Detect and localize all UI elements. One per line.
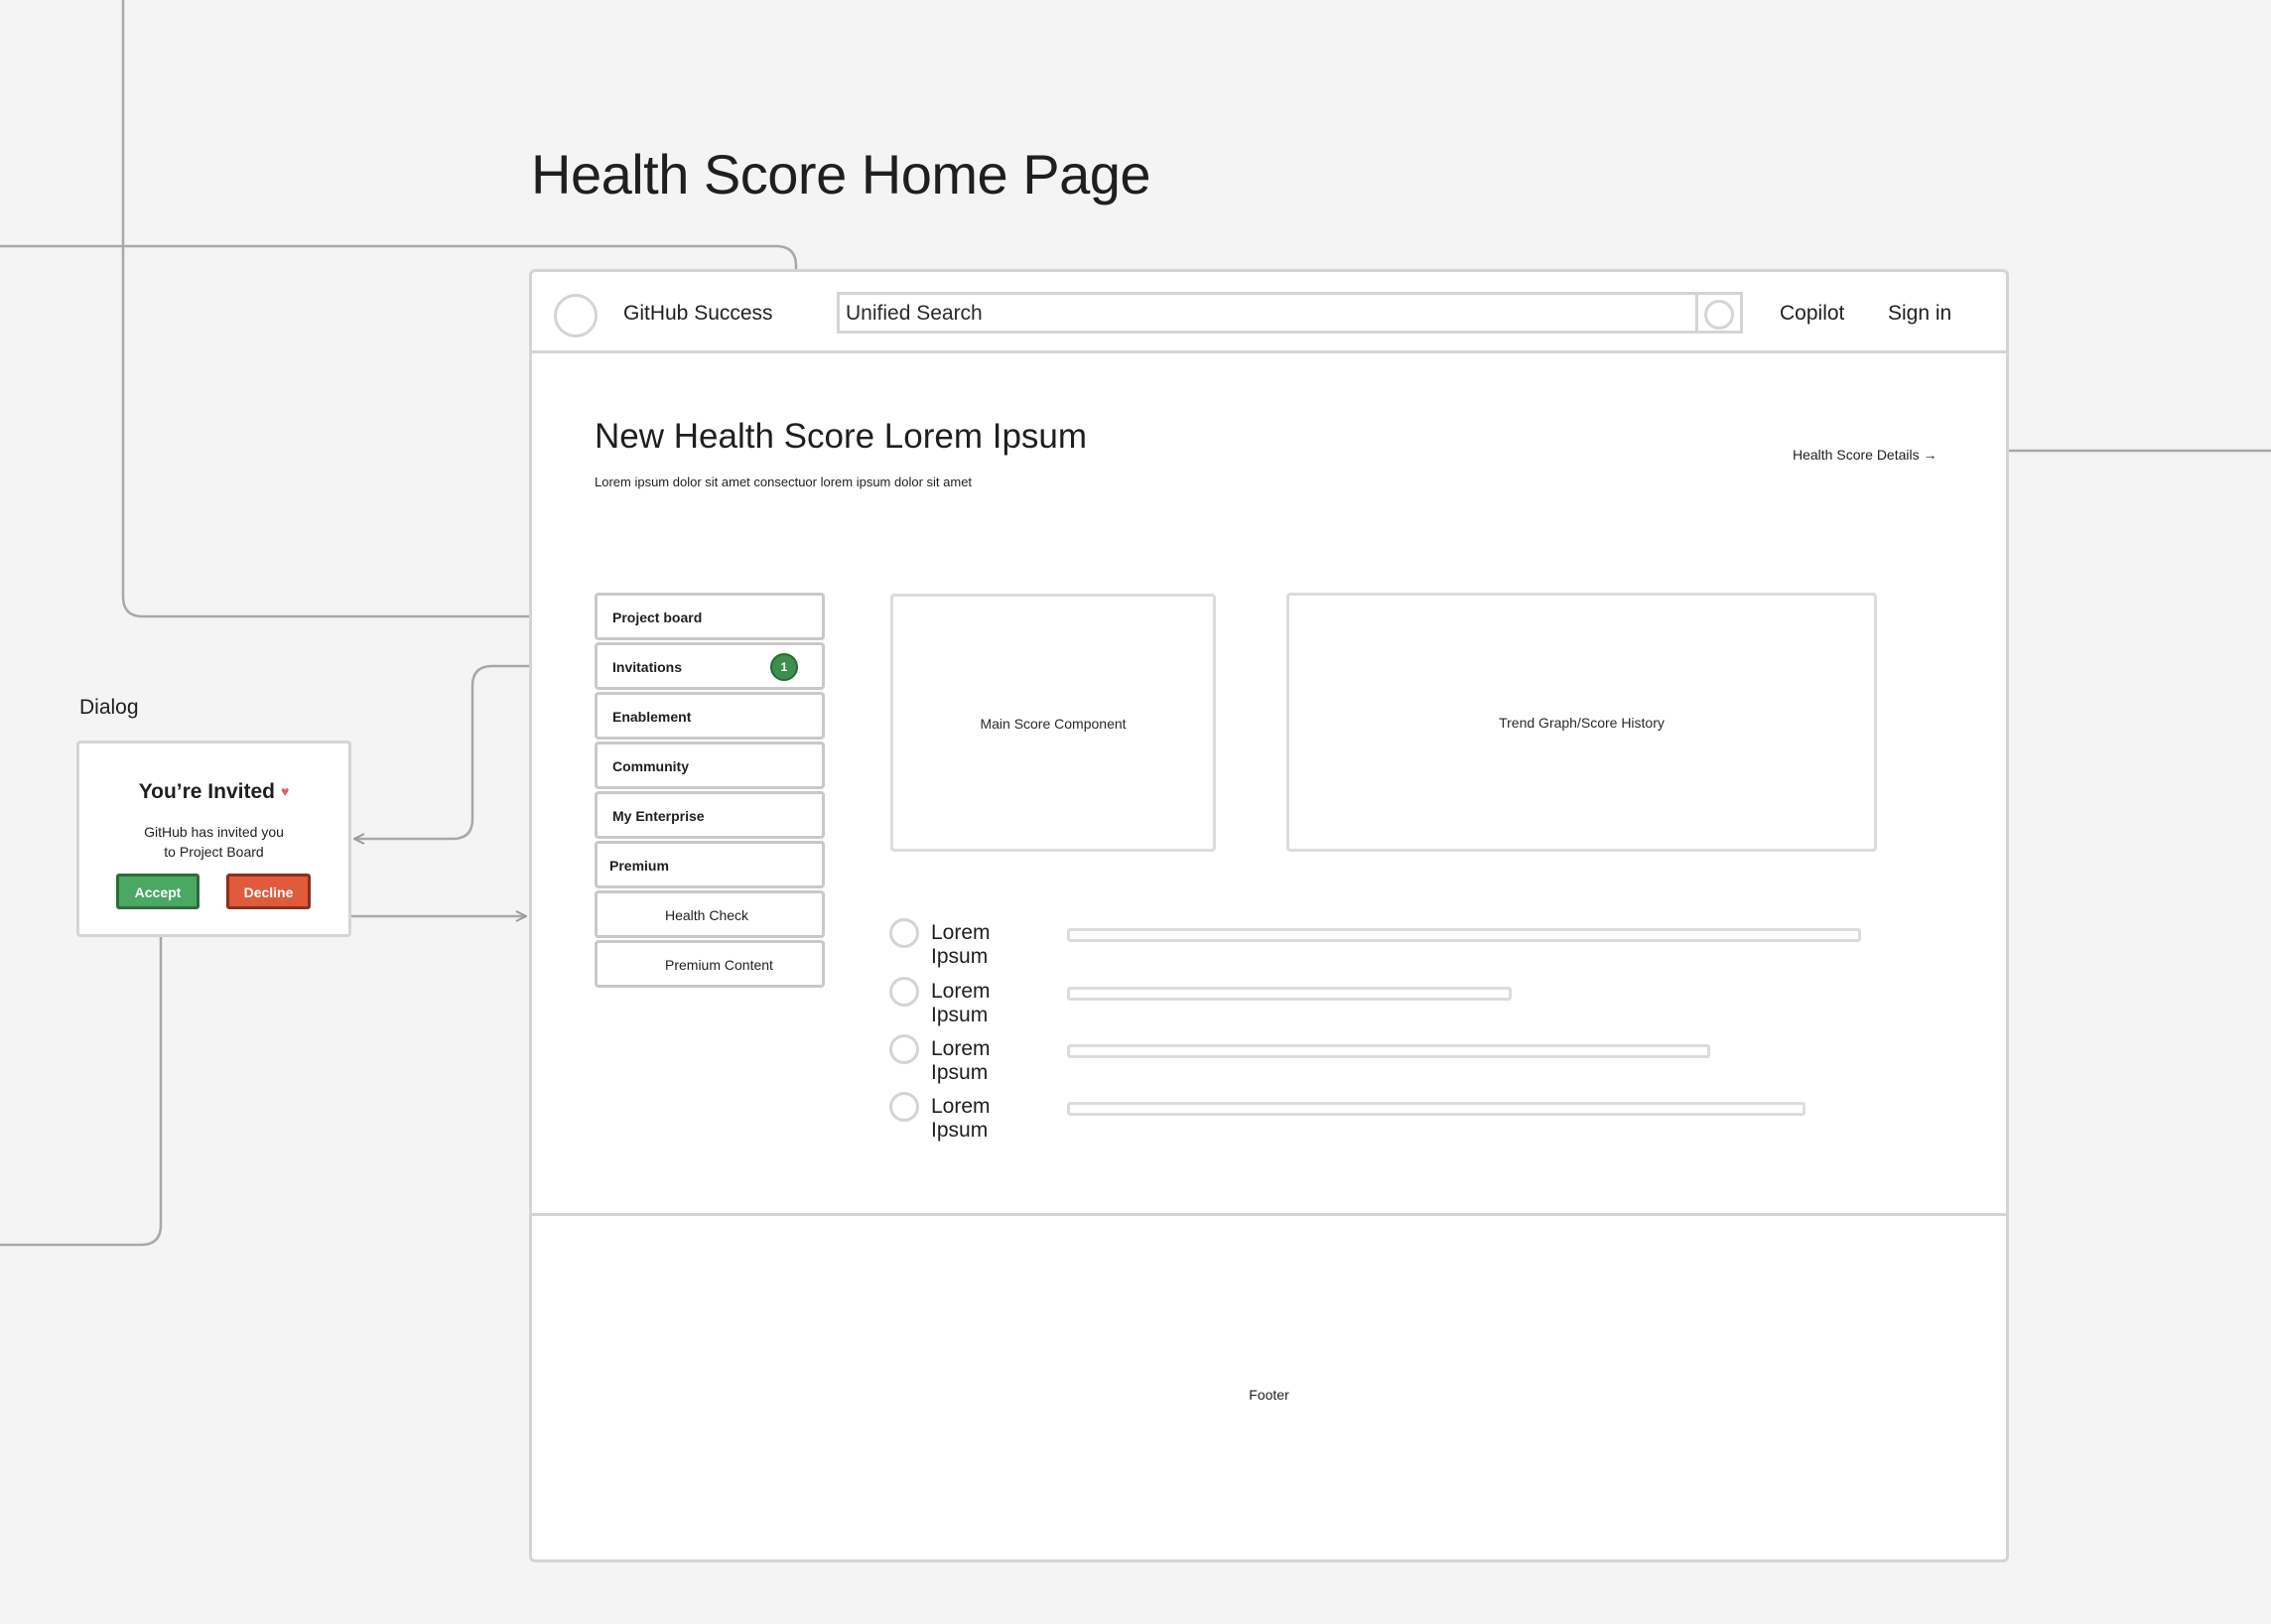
hero-title: New Health Score Lorem Ipsum [595, 417, 1088, 456]
main-score-label: Main Score Component [980, 716, 1127, 732]
hero-subtitle: Lorem ipsum dolor sit amet consectuor lo… [595, 474, 973, 489]
sidebar-item-label: Invitations [612, 659, 683, 675]
accept-button[interactable]: Accept [116, 874, 200, 909]
trend-graph-card: Trend Graph/Score History [1286, 593, 1877, 852]
connector-project-board [121, 0, 594, 618]
brand-name[interactable]: GitHub Success [623, 302, 773, 326]
top-header: GitHub Success Unified Search Copilot Si… [532, 272, 2006, 353]
sidebar-item-label: Enablement [612, 709, 692, 725]
search-input-text: Unified Search [846, 302, 983, 325]
dialog-caption: Dialog [79, 696, 139, 719]
progress-bar [1067, 1044, 1710, 1058]
search-button[interactable] [1695, 295, 1740, 331]
notification-badge: 1 [770, 653, 798, 681]
list-item-label: Lorem Ipsum [931, 921, 991, 968]
trend-graph-label: Trend Graph/Score History [1499, 715, 1665, 731]
list-item-label: Lorem Ipsum [931, 980, 991, 1026]
list-item-label: Lorem Ipsum [931, 1095, 991, 1142]
sidebar-item-my-enterprise[interactable]: My Enterprise [595, 791, 825, 839]
search-icon [1704, 300, 1734, 330]
dialog-body: GitHub has invited you to Project Board [79, 822, 348, 862]
health-score-details-link[interactable]: Health Score Details → [1793, 447, 1937, 463]
sidebar-item-premium-content[interactable]: Premium Content [595, 940, 825, 988]
logo-icon[interactable] [554, 294, 598, 338]
sidebar-item-premium[interactable]: Premium [595, 841, 825, 888]
list-item-label: Lorem Ipsum [931, 1037, 991, 1084]
search-input[interactable]: Unified Search [837, 292, 1743, 334]
radio-button[interactable] [889, 918, 919, 948]
sidebar-item-label: Community [612, 758, 689, 774]
dialog-body-line: to Project Board [164, 844, 264, 860]
decline-button[interactable]: Decline [226, 874, 311, 909]
sidebar-item-label: Project board [612, 609, 703, 625]
invite-dialog: You’re Invited ♥ GitHub has invited you t… [76, 741, 351, 937]
sidebar-item-invitations[interactable]: Invitations 1 [595, 642, 825, 690]
sidebar-item-label: Premium Content [665, 957, 773, 973]
copilot-link[interactable]: Copilot [1780, 302, 1844, 326]
radio-button[interactable] [889, 1092, 919, 1122]
radio-button[interactable] [889, 977, 919, 1007]
sidebar-item-label: Health Check [665, 907, 749, 923]
page-title: Health Score Home Page [531, 143, 1151, 205]
dialog-body-line: GitHub has invited you [144, 824, 284, 840]
envelope-heart-icon: ♥ [281, 783, 290, 799]
sidebar-item-health-check[interactable]: Health Check [595, 890, 825, 938]
sidebar-item-project-board[interactable]: Project board [595, 593, 825, 640]
connector-accept [0, 916, 526, 1247]
progress-bar [1067, 1102, 1805, 1116]
sign-in-link[interactable]: Sign in [1888, 302, 1951, 326]
sidebar-item-label: My Enterprise [612, 808, 705, 824]
radio-button[interactable] [889, 1034, 919, 1064]
browser-frame: GitHub Success Unified Search Copilot Si… [529, 269, 2009, 1562]
progress-bar [1067, 928, 1861, 942]
footer: Footer [532, 1213, 2006, 1559]
dialog-title: You’re Invited [138, 780, 275, 803]
sidebar-item-enablement[interactable]: Enablement [595, 692, 825, 740]
footer-label: Footer [1249, 1387, 1289, 1403]
sidebar-item-label: Premium [609, 858, 669, 874]
main-score-card: Main Score Component [890, 594, 1216, 852]
progress-bar [1067, 987, 1512, 1001]
sidebar-item-community[interactable]: Community [595, 742, 825, 789]
dialog-title-row: You’re Invited ♥ [79, 780, 348, 804]
